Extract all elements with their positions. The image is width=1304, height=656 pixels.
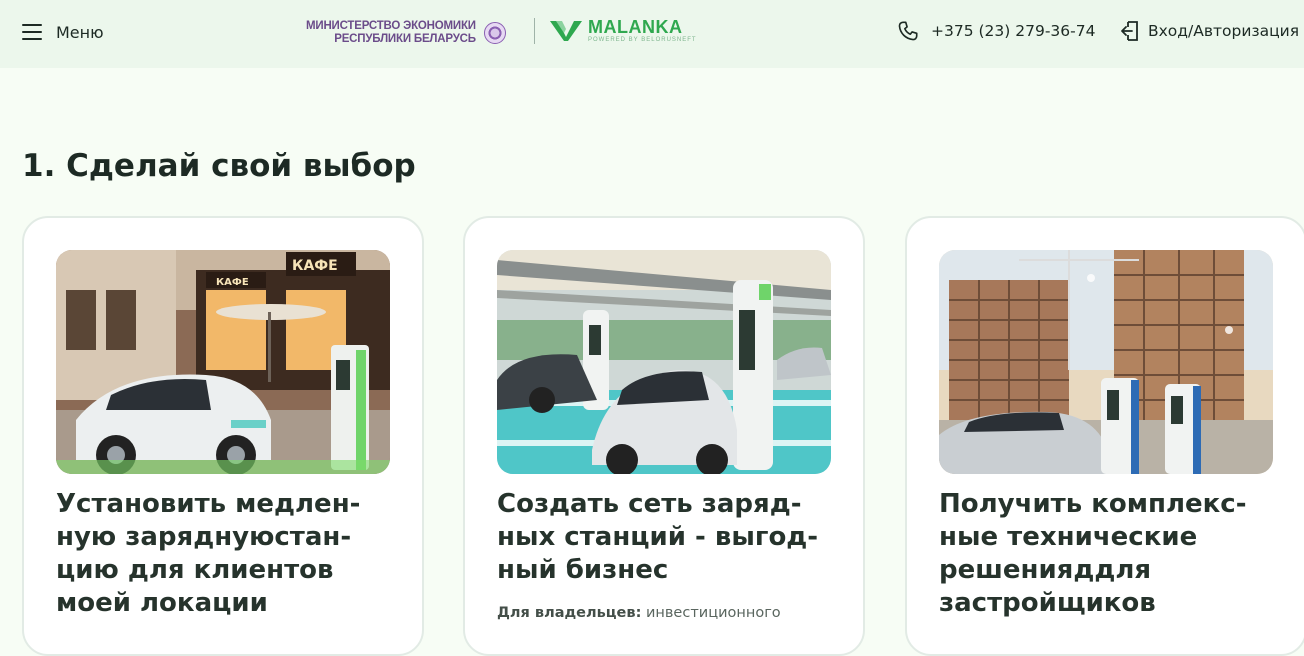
logo-divider	[534, 18, 535, 44]
menu-label: Меню	[56, 22, 104, 42]
site-header: Меню МИНИСТЕРСТВО ЭКОНОМИКИ РЕСПУБЛИКИ Б…	[0, 0, 1304, 68]
brand-tagline: POWERED BY BELORUSNEFT	[588, 37, 697, 43]
login-icon	[1121, 21, 1138, 41]
cafe-sign-small: КАФЕ	[216, 277, 249, 288]
malanka-mark-icon	[550, 21, 582, 41]
card-title-slow-charger: Установить медлен- ную заряднуюстан- цию…	[56, 489, 361, 618]
card-title-charging-network: Создать сеть заряд- ных станций - выгод-…	[497, 489, 819, 585]
phone-icon	[898, 21, 918, 41]
login-link[interactable]: Вход/Авторизация	[1120, 20, 1299, 42]
card-title-developers: Получить комплекс- ные технические решен…	[939, 489, 1247, 618]
phone-number: +375 (23) 279-36-74	[931, 22, 1096, 40]
card-image-parking	[497, 250, 831, 474]
brand-name: MALANKA	[588, 17, 683, 37]
ministry-emblem-icon	[483, 22, 506, 44]
ministry-logo[interactable]: МИНИСТЕРСТВО ЭКОНОМИКИ РЕСПУБЛИКИ БЕЛАРУ…	[306, 20, 506, 46]
ministry-text: МИНИСТЕРСТВО ЭКОНОМИКИ РЕСПУБЛИКИ БЕЛАРУ…	[306, 20, 476, 46]
malanka-logo[interactable]: MALANKA POWERED BY BELORUSNEFT	[550, 18, 697, 44]
choice-card-charging-network[interactable]: Создать сеть заряд- ных станций - выгод-…	[463, 216, 865, 656]
phone-link[interactable]: +375 (23) 279-36-74	[897, 20, 1095, 42]
menu-button[interactable]: Меню	[22, 18, 104, 46]
card-desc-charging-network: Для владельцев: инвестиционного	[497, 603, 837, 623]
section-title: 1. Сделай свой выбор	[22, 148, 416, 184]
card-image-construction	[939, 250, 1273, 474]
hamburger-icon	[22, 24, 42, 40]
choice-card-slow-charger[interactable]: КАФЕ КАФЕ Установить медлен- ную зарядну…	[22, 216, 424, 656]
card-desc-bold: Для владельцев:	[497, 605, 642, 621]
choice-card-developers[interactable]: Получить комплекс- ные технические решен…	[905, 216, 1304, 656]
login-label: Вход/Авторизация	[1148, 22, 1300, 40]
card-desc-text: инвестиционного	[641, 605, 781, 621]
ministry-line-2: РЕСПУБЛИКИ БЕЛАРУСЬ	[334, 33, 476, 45]
cafe-sign-large: КАФЕ	[292, 258, 338, 274]
card-image-cafe: КАФЕ КАФЕ	[56, 250, 390, 474]
ministry-line-1: МИНИСТЕРСТВО ЭКОНОМИКИ	[306, 20, 476, 32]
